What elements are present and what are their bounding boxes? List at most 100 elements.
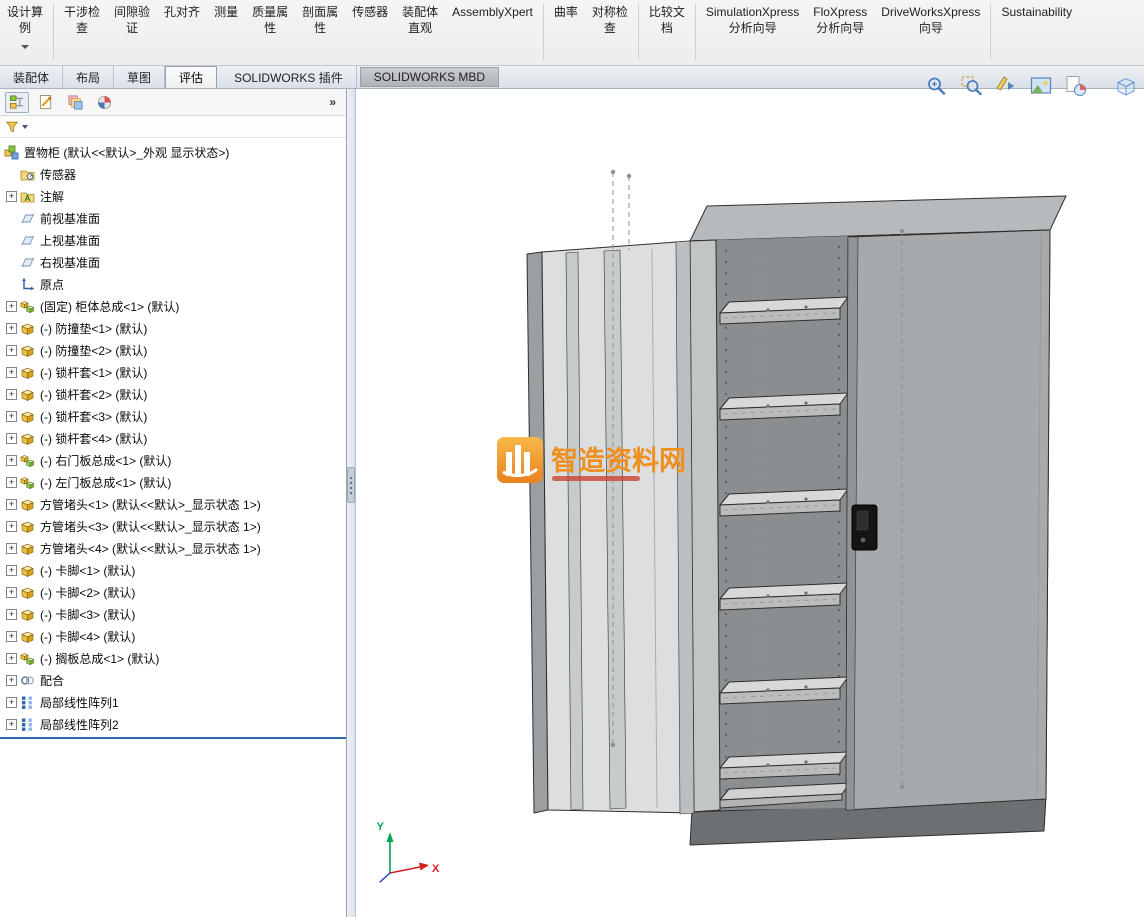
expand-icon[interactable]: + xyxy=(6,697,17,708)
ribbon-button-floxpress[interactable]: FloXpress分析向导 xyxy=(806,3,874,37)
tree-item-shelf-assembly-1[interactable]: +(-) 搁板总成<1> (默认) xyxy=(0,647,346,669)
display-manager-tab[interactable] xyxy=(92,92,116,113)
tree-item-bumper-pad-2[interactable]: +(-) 防撞垫<2> (默认) xyxy=(0,339,346,361)
tree-item-sensors[interactable]: 传感器 xyxy=(0,163,346,185)
rollback-bar[interactable] xyxy=(0,737,346,739)
panel-collapse-handle[interactable] xyxy=(347,467,355,503)
tree-item-mates[interactable]: +配合 xyxy=(0,669,346,691)
tree-item-left-door-assembly-1[interactable]: +(-) 左门板总成<1> (默认) xyxy=(0,471,346,493)
tree-item-local-linear-pattern-2[interactable]: + 局部线性阵列2 xyxy=(0,713,346,735)
expand-icon[interactable]: + xyxy=(6,631,17,642)
tree-item-front-plane[interactable]: 前视基准面 xyxy=(0,207,346,229)
tree-item-cabinet-body-1[interactable]: +(固定) 柜体总成<1> (默认) xyxy=(0,295,346,317)
filter-caret-icon[interactable] xyxy=(22,125,28,129)
tree-item-lock-rod-sleeve-3[interactable]: +(-) 锁杆套<3> (默认) xyxy=(0,405,346,427)
ribbon-button-clearance-verify[interactable]: 间隙验证 xyxy=(107,3,157,37)
ribbon-group: Sustainability xyxy=(994,3,1079,21)
tree-item-root[interactable]: 置物柜 (默认<<默认>_外观 显示状态>) xyxy=(0,141,346,163)
ribbon-button-interference-check[interactable]: 干涉检查 xyxy=(57,3,107,37)
tab-solidworks-mbd[interactable]: SOLIDWORKS MBD xyxy=(360,67,499,87)
tree-item-label: 局部线性阵列2 xyxy=(40,716,119,733)
tree-item-clip-foot-1[interactable]: +(-) 卡脚<1> (默认) xyxy=(0,559,346,581)
expand-icon[interactable]: + xyxy=(6,301,17,312)
ribbon-group: SimulationXpress分析向导FloXpress分析向导DriveWo… xyxy=(699,3,988,37)
expand-icon[interactable]: + xyxy=(6,191,17,202)
panel-splitter[interactable] xyxy=(347,89,356,917)
view-settings-icon[interactable] xyxy=(994,74,1018,98)
expand-icon[interactable]: + xyxy=(6,323,17,334)
expand-icon[interactable]: + xyxy=(6,433,17,444)
apply-scene-icon[interactable] xyxy=(1029,74,1053,98)
zoom-to-area-icon[interactable] xyxy=(959,74,983,98)
ribbon-button-compare-documents[interactable]: 比较文档 xyxy=(642,3,692,37)
expand-icon[interactable]: + xyxy=(6,565,17,576)
cabinet-model[interactable] xyxy=(527,196,1066,845)
ribbon-button-driveworksxpress[interactable]: DriveWorksXpress向导 xyxy=(874,3,987,37)
tree-item-label: 置物柜 (默认<<默认>_外观 显示状态>) xyxy=(24,144,229,161)
ribbon-button-assembly-visualization[interactable]: 装配体直观 xyxy=(395,3,445,37)
tree-item-label: 前视基准面 xyxy=(40,210,100,227)
tree-item-bumper-pad-1[interactable]: +(-) 防撞垫<1> (默认) xyxy=(0,317,346,339)
tree-item-clip-foot-2[interactable]: +(-) 卡脚<2> (默认) xyxy=(0,581,346,603)
expand-icon[interactable]: + xyxy=(6,477,17,488)
tree-item-lock-rod-sleeve-2[interactable]: +(-) 锁杆套<2> (默认) xyxy=(0,383,346,405)
tree-item-clip-foot-3[interactable]: +(-) 卡脚<3> (默认) xyxy=(0,603,346,625)
expand-icon[interactable]: + xyxy=(6,675,17,686)
3d-viewport-canvas[interactable]: 智造资料网 Y X xyxy=(356,89,1144,917)
ribbon-button-mass-properties[interactable]: 质量属性 xyxy=(245,3,295,37)
view-orientation-icon[interactable] xyxy=(1114,74,1138,98)
tree-item-square-tube-plug-3[interactable]: +方管堵头<3> (默认<<默认>_显示状态 1>) xyxy=(0,515,346,537)
expand-icon[interactable]: + xyxy=(6,719,17,730)
tab-assembly[interactable]: 装配体 xyxy=(0,66,63,88)
expand-icon[interactable]: + xyxy=(6,587,17,598)
expand-icon[interactable]: + xyxy=(6,521,17,532)
expand-icon[interactable]: + xyxy=(6,389,17,400)
ribbon-button-symmetry-check[interactable]: 对称检查 xyxy=(585,3,635,37)
ribbon-button-assemblyxpert[interactable]: AssemblyXpert xyxy=(445,3,540,37)
dropdown-arrow-icon xyxy=(21,45,29,49)
edit-appearance-icon[interactable] xyxy=(1064,74,1088,98)
part-icon xyxy=(20,387,36,402)
tree-item-top-plane[interactable]: 上视基准面 xyxy=(0,229,346,251)
tree-item-clip-foot-4[interactable]: +(-) 卡脚<4> (默认) xyxy=(0,625,346,647)
ribbon-button-measure[interactable]: 测量 xyxy=(207,3,245,37)
tree-item-label: 原点 xyxy=(40,276,64,293)
tree-item-label: (-) 锁杆套<4> (默认) xyxy=(40,430,147,447)
tab-solidworks-addins[interactable]: SOLIDWORKS 插件 xyxy=(221,66,357,88)
tree-item-square-tube-plug-1[interactable]: +方管堵头<1> (默认<<默认>_显示状态 1>) xyxy=(0,493,346,515)
tab-layout[interactable]: 布局 xyxy=(63,66,114,88)
feature-manager-icon xyxy=(9,94,26,111)
ribbon-button-section-properties[interactable]: 剖面属性 xyxy=(295,3,345,37)
panel-overflow-button[interactable]: » xyxy=(324,95,341,109)
tree-item-local-linear-pattern-1[interactable]: +局部线性阵列1 xyxy=(0,691,346,713)
ribbon-button-sustainability[interactable]: Sustainability xyxy=(994,3,1079,21)
tree-item-lock-rod-sleeve-1[interactable]: +(-) 锁杆套<1> (默认) xyxy=(0,361,346,383)
tab-evaluate[interactable]: 评估 xyxy=(165,66,217,88)
filter-funnel-icon[interactable] xyxy=(5,120,19,134)
expand-icon[interactable]: + xyxy=(6,455,17,466)
expand-icon[interactable]: + xyxy=(6,499,17,510)
expand-icon[interactable]: + xyxy=(6,609,17,620)
ribbon-button-simulationxpress[interactable]: SimulationXpress分析向导 xyxy=(699,3,806,37)
expand-icon[interactable]: + xyxy=(6,367,17,378)
ribbon-button-hole-alignment[interactable]: 孔对齐 xyxy=(157,3,207,37)
expand-icon[interactable]: + xyxy=(6,653,17,664)
ribbon-button-sensor[interactable]: 传感器 xyxy=(345,3,395,37)
feature-manager-tab[interactable] xyxy=(5,92,29,113)
tree-item-square-tube-plug-4[interactable]: +方管堵头<4> (默认<<默认>_显示状态 1>) xyxy=(0,537,346,559)
tab-sketch[interactable]: 草图 xyxy=(114,66,165,88)
expand-icon[interactable]: + xyxy=(6,543,17,554)
expand-icon[interactable]: + xyxy=(6,411,17,422)
tree-item-annotations[interactable]: +A注解 xyxy=(0,185,346,207)
zoom-fit-icon[interactable] xyxy=(924,74,948,98)
tree-item-right-plane[interactable]: 右视基准面 xyxy=(0,251,346,273)
ribbon-button-curvature[interactable]: 曲率 xyxy=(547,3,585,37)
graphics-area[interactable]: 智造资料网 Y X xyxy=(356,89,1144,917)
tree-item-right-door-assembly-1[interactable]: +(-) 右门板总成<1> (默认) xyxy=(0,449,346,471)
expand-icon[interactable]: + xyxy=(6,345,17,356)
ribbon-button-design-study[interactable]: 设计算例 xyxy=(0,3,50,50)
property-manager-tab[interactable] xyxy=(34,92,58,113)
tree-item-lock-rod-sleeve-4[interactable]: + (-) 锁杆套<4> (默认) xyxy=(0,427,346,449)
tree-item-origin[interactable]: 原点 xyxy=(0,273,346,295)
configuration-manager-tab[interactable] xyxy=(63,92,87,113)
